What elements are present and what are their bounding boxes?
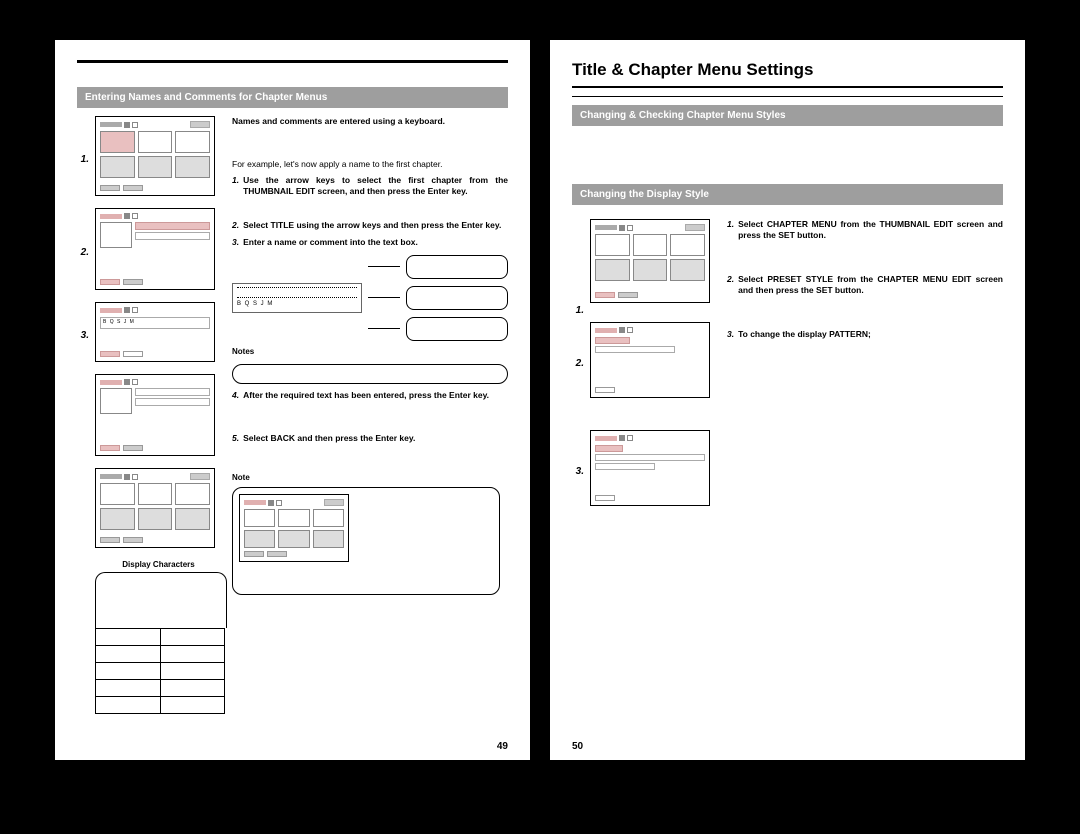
- screenshot: [590, 430, 710, 506]
- instr: After the required text has been entered…: [243, 390, 489, 401]
- instr: Select BACK and then press the Enter key…: [243, 433, 415, 444]
- screenshots-column: 1. 2.: [77, 116, 222, 714]
- step-num: 2.: [572, 358, 584, 369]
- content: 1. 2.: [77, 116, 508, 714]
- page-right: Title & Chapter Menu Settings Changing &…: [550, 40, 1025, 760]
- instr: Enter a name or comment into the text bo…: [243, 237, 418, 248]
- content: 1. 2.: [572, 213, 1003, 518]
- section-header: Changing & Checking Chapter Menu Styles: [572, 105, 1003, 126]
- instr: Select CHAPTER MENU from the THUMBNAIL E…: [738, 219, 1003, 242]
- instr: Select TITLE using the arrow keys and th…: [243, 220, 501, 231]
- step-num: 1.: [572, 305, 584, 316]
- screenshot: [95, 208, 215, 290]
- screenshot: [590, 322, 710, 398]
- section-header: Changing the Display Style: [572, 184, 1003, 205]
- step-num: 3.: [77, 330, 89, 341]
- screenshot: [590, 219, 710, 303]
- notes-label: Notes: [232, 347, 508, 358]
- screenshot: [95, 374, 215, 456]
- display-chars-label: Display Characters: [95, 560, 222, 569]
- step-num: 3.: [572, 466, 584, 477]
- text-entry: B Q S J M: [100, 317, 210, 329]
- step-num: 2.: [77, 247, 89, 258]
- note-label: Note: [232, 473, 508, 484]
- instr: Use the arrow keys to select the first c…: [243, 175, 508, 198]
- instr: To change the display PATTERN;: [738, 329, 871, 340]
- screenshot: [95, 116, 215, 196]
- notes-box: [232, 364, 508, 384]
- intro-text: Names and comments are entered using a k…: [232, 116, 508, 127]
- instructions-column: Names and comments are entered using a k…: [232, 116, 508, 714]
- instructions-column: 1.Select CHAPTER MENU from the THUMBNAIL…: [727, 213, 1003, 518]
- section-header: Entering Names and Comments for Chapter …: [77, 87, 508, 108]
- page-number: 50: [572, 741, 583, 752]
- page-left: Entering Names and Comments for Chapter …: [55, 40, 530, 760]
- diagram: B Q S J M: [232, 255, 508, 341]
- rule: [77, 60, 508, 63]
- page-number: 49: [497, 741, 508, 752]
- note-big: [232, 487, 500, 595]
- char-table: [95, 628, 225, 714]
- screenshot: B Q S J M: [95, 302, 215, 362]
- page-title: Title & Chapter Menu Settings: [572, 60, 1003, 88]
- screenshot: [95, 468, 215, 548]
- step-num: 1.: [77, 154, 89, 165]
- instr: Select PRESET STYLE from the CHAPTER MEN…: [738, 274, 1003, 297]
- screenshots-column: 1. 2.: [572, 213, 717, 518]
- example-text: For example, let's now apply a name to t…: [232, 159, 508, 170]
